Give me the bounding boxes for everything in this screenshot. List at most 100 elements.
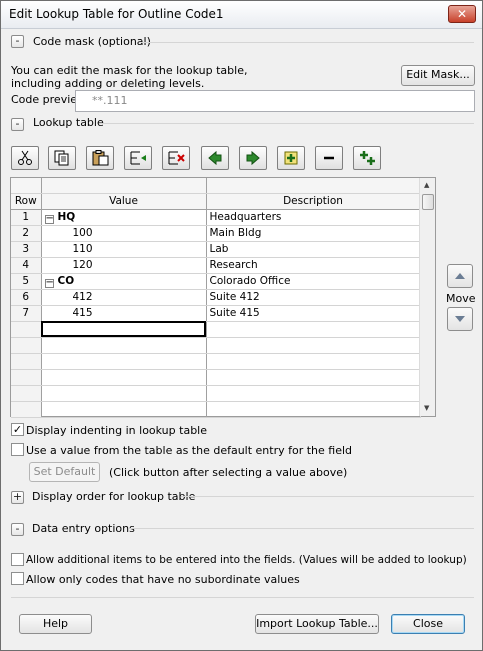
- grid-top-header-row: [11, 178, 421, 194]
- value-cell[interactable]: 100: [41, 225, 207, 242]
- value-cell[interactable]: 110: [41, 241, 207, 258]
- allow-only-codes-label: Allow only codes that have no subordinat…: [26, 573, 300, 586]
- edit-mask-button[interactable]: Edit Mask...: [401, 65, 475, 86]
- collapse-all-icon[interactable]: [315, 146, 343, 170]
- footer-divider: [11, 597, 474, 598]
- value-cell[interactable]: 415: [41, 305, 207, 322]
- close-button[interactable]: Close: [391, 614, 465, 634]
- display-order-toggle[interactable]: +: [11, 491, 24, 504]
- section-divider: [181, 496, 474, 497]
- description-cell[interactable]: Lab: [206, 241, 421, 258]
- description-cell[interactable]: [206, 385, 421, 402]
- paste-icon[interactable]: [86, 146, 114, 170]
- description-cell[interactable]: [206, 321, 421, 338]
- description-cell[interactable]: [206, 353, 421, 370]
- row-number: 3: [11, 241, 42, 258]
- allow-only-codes-checkbox[interactable]: [11, 572, 24, 585]
- display-indenting-checkbox[interactable]: ✓: [11, 423, 24, 436]
- table-row[interactable]: 7 415 Suite 415: [11, 305, 421, 322]
- collapse-outline-icon[interactable]: −: [44, 277, 54, 288]
- expand-all-icon[interactable]: [277, 146, 305, 170]
- row-number: [11, 353, 42, 370]
- value-cell[interactable]: − HQ: [41, 209, 207, 226]
- row-number: [11, 385, 42, 402]
- import-lookup-table-button[interactable]: Import Lookup Table...: [255, 614, 379, 634]
- column-header-description[interactable]: Description: [206, 193, 421, 210]
- grid-blank-header-cell: [41, 178, 207, 194]
- table-row[interactable]: 5 − CO Colorado Office: [11, 273, 421, 290]
- lookup-table-grid[interactable]: Row Value Description 1 − HQ Headquarters…: [10, 177, 436, 418]
- table-row-empty[interactable]: [11, 353, 421, 370]
- grid-header-row: Row Value Description: [11, 193, 421, 210]
- column-header-value[interactable]: Value: [41, 193, 207, 210]
- move-down-button[interactable]: [447, 307, 473, 331]
- table-row[interactable]: 3 110 Lab: [11, 241, 421, 258]
- window-close-button[interactable]: ✕: [448, 5, 476, 23]
- column-header-row: Row: [11, 193, 42, 210]
- description-cell[interactable]: Main Bldg: [206, 225, 421, 242]
- value-cell[interactable]: 120: [41, 257, 207, 274]
- description-cell[interactable]: Research: [206, 257, 421, 274]
- value-cell[interactable]: [41, 369, 207, 386]
- move-up-button[interactable]: [447, 264, 473, 288]
- display-order-title: Display order for lookup table: [32, 490, 196, 503]
- lookup-table-toggle[interactable]: -: [11, 118, 24, 131]
- outdent-icon[interactable]: [201, 146, 229, 170]
- table-row-empty[interactable]: [11, 369, 421, 386]
- table-row[interactable]: 1 − HQ Headquarters: [11, 209, 421, 226]
- grid-blank-header-cell: [206, 178, 421, 194]
- description-cell[interactable]: [206, 401, 421, 418]
- use-default-checkbox[interactable]: [11, 443, 24, 456]
- scroll-down-icon[interactable]: ▼: [424, 404, 429, 412]
- show-subtasks-icon[interactable]: [353, 146, 381, 170]
- row-number: [11, 401, 42, 418]
- table-row-empty[interactable]: [11, 321, 421, 338]
- table-row-empty[interactable]: [11, 401, 421, 418]
- table-row[interactable]: 2 100 Main Bldg: [11, 225, 421, 242]
- vertical-scrollbar[interactable]: ▲ ▼: [419, 178, 435, 416]
- value-cell[interactable]: [41, 401, 207, 418]
- row-number: [11, 321, 42, 338]
- insert-row-icon[interactable]: [124, 146, 152, 170]
- value-cell[interactable]: [41, 337, 207, 354]
- table-row-empty[interactable]: [11, 337, 421, 354]
- copy-icon[interactable]: [48, 146, 76, 170]
- data-entry-toggle[interactable]: -: [11, 523, 24, 536]
- value-cell[interactable]: 412: [41, 289, 207, 306]
- description-cell[interactable]: Colorado Office: [206, 273, 421, 290]
- section-divider: [141, 42, 474, 43]
- delete-row-icon[interactable]: [162, 146, 190, 170]
- set-default-button[interactable]: Set Default: [29, 462, 100, 482]
- active-value-cell[interactable]: [41, 321, 207, 338]
- allow-additional-checkbox[interactable]: [11, 553, 24, 566]
- title-bar: Edit Lookup Table for Outline Code1 ✕: [1, 1, 482, 29]
- description-cell[interactable]: Suite 415: [206, 305, 421, 322]
- row-number: 6: [11, 289, 42, 306]
- row-number: [11, 337, 42, 354]
- display-indenting-label: Display indenting in lookup table: [26, 424, 207, 437]
- description-cell[interactable]: Suite 412: [206, 289, 421, 306]
- code-mask-toggle[interactable]: -: [11, 35, 24, 48]
- cut-icon[interactable]: [11, 146, 39, 170]
- help-button[interactable]: Help: [19, 614, 92, 634]
- description-cell[interactable]: [206, 369, 421, 386]
- table-row[interactable]: 6 412 Suite 412: [11, 289, 421, 306]
- value-cell[interactable]: [41, 353, 207, 370]
- value-text: CO: [57, 274, 75, 287]
- description-cell[interactable]: [206, 337, 421, 354]
- row-number: 4: [11, 257, 42, 274]
- value-cell[interactable]: − CO: [41, 273, 207, 290]
- set-default-hint: (Click button after selecting a value ab…: [109, 466, 348, 479]
- move-label: Move: [446, 292, 476, 305]
- table-row[interactable]: 4 120 Research: [11, 257, 421, 274]
- scrollbar-thumb[interactable]: [422, 194, 434, 210]
- scroll-up-icon[interactable]: ▲: [424, 181, 429, 189]
- collapse-outline-icon[interactable]: −: [44, 213, 54, 224]
- description-cell[interactable]: Headquarters: [206, 209, 421, 226]
- row-number: [11, 369, 42, 386]
- indent-icon[interactable]: [239, 146, 267, 170]
- table-row-empty[interactable]: [11, 385, 421, 402]
- window-title: Edit Lookup Table for Outline Code1: [9, 7, 224, 21]
- section-divider: [129, 528, 474, 529]
- value-cell[interactable]: [41, 385, 207, 402]
